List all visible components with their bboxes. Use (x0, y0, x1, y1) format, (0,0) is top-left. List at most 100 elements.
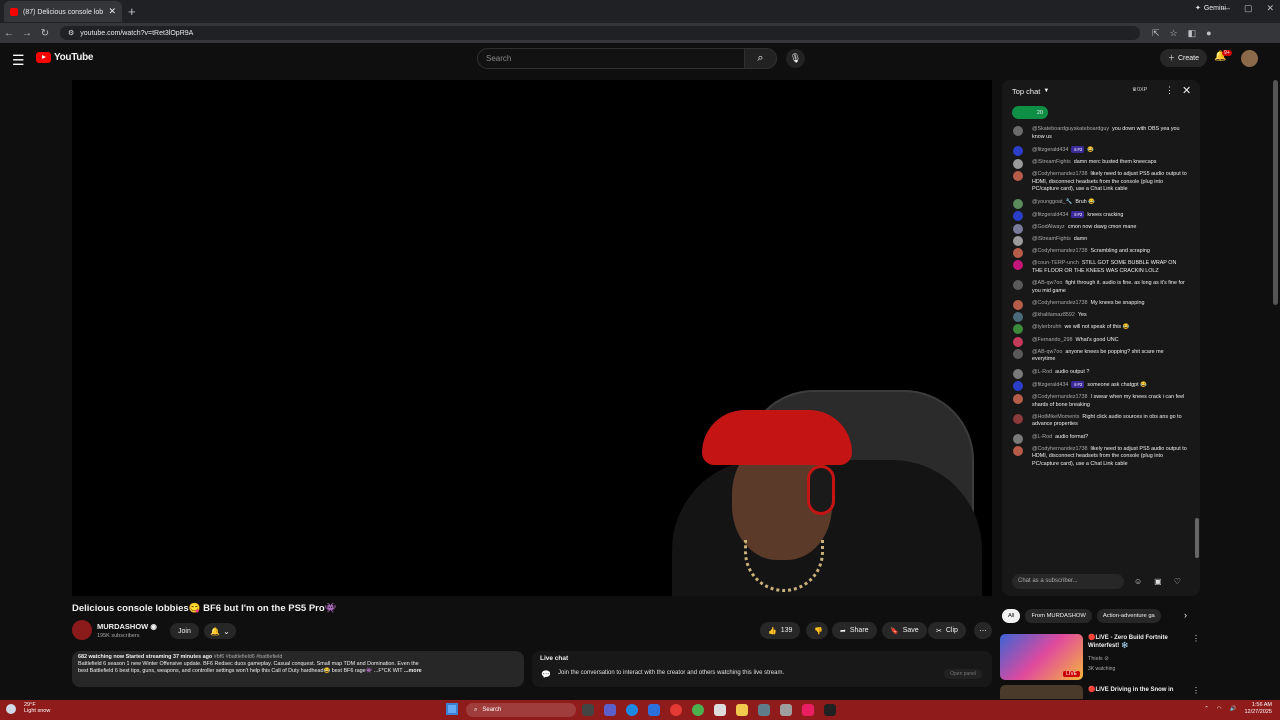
chat-input[interactable]: Chat as a subscriber... (1012, 573, 1124, 589)
minimize-icon[interactable]: — (1221, 3, 1230, 14)
chevron-right-icon[interactable]: › (1184, 610, 1187, 620)
pinned-count-badge[interactable]: 20 (1012, 106, 1048, 119)
save-button[interactable]: 🔖 Save (882, 622, 927, 639)
chat-author-name[interactable]: @Codyhernandez1738 (1032, 300, 1088, 306)
top-chat-dropdown[interactable]: Top chat (1012, 87, 1040, 96)
obs-icon[interactable] (824, 704, 836, 716)
chat-author-name[interactable]: @AB-qw7oo (1032, 349, 1062, 355)
chip-all[interactable]: All (1002, 609, 1021, 623)
chat-message[interactable]: @GodAlwayz cmon now dawg cmon mane (1002, 223, 1200, 234)
chip-action-adventure[interactable]: Action-adventure ga (1096, 609, 1161, 623)
music-icon[interactable] (802, 704, 814, 716)
chat-message[interactable]: @coun-TERP-unch STILL GOT SOME BUBBLE WRA… (1002, 260, 1200, 275)
chat-message[interactable]: @Codyhernandez1738 likely need to adjust … (1002, 445, 1200, 469)
browser-tab[interactable]: (87) Delicious console lobbies😋 ✕ (4, 1, 122, 22)
chat-message[interactable]: @iStreamFights damn merc busted them knee… (1002, 158, 1200, 169)
teams-icon[interactable] (604, 704, 616, 716)
file-explorer-icon[interactable] (736, 704, 748, 716)
chat-author-name[interactable]: @L-Rod (1032, 369, 1052, 375)
chat-author-avatar[interactable] (1013, 248, 1023, 259)
chat-author-name[interactable]: @Codyhernandez1738 (1032, 446, 1088, 452)
chat-author-avatar[interactable] (1013, 236, 1023, 247)
task-view-icon[interactable] (582, 704, 594, 716)
chat-author-name[interactable]: @fitzgerald434 (1032, 382, 1068, 388)
super-chat-icon[interactable]: ▣ (1154, 577, 1162, 586)
chat-message[interactable]: @tylerbruhh we will not speak of this 😂 (1002, 324, 1200, 335)
description-box[interactable]: 682 watching now Started streaming 37 mi… (72, 651, 524, 687)
edge-icon[interactable] (626, 704, 638, 716)
chat-author-avatar[interactable] (1013, 348, 1023, 359)
close-chat-icon[interactable]: ✕ (1182, 84, 1191, 97)
reload-icon[interactable]: ↻ (36, 28, 54, 39)
chat-author-name[interactable]: @fitzgerald434 (1032, 212, 1068, 218)
chat-author-avatar[interactable] (1013, 300, 1023, 311)
clip-button[interactable]: ✂ Clip (928, 622, 966, 639)
chat-author-avatar[interactable] (1013, 210, 1023, 221)
chat-message[interactable]: @fitzgerald434 ♕#2 someone ask chatgpt 😂 (1002, 380, 1200, 391)
chat-author-name[interactable]: @Codyhernandez1738 (1032, 248, 1088, 254)
chevron-up-icon[interactable]: ⌃ (1204, 706, 1209, 712)
chat-message[interactable]: @Codyhernandez1738 likely need to adjust … (1002, 171, 1200, 194)
chip-from-channel[interactable]: From MURDASHOW (1025, 609, 1092, 623)
account-avatar[interactable] (1241, 50, 1258, 67)
chat-author-avatar[interactable] (1013, 260, 1023, 271)
chat-author-name[interactable]: @younggoat_🔧 (1032, 199, 1072, 205)
description-hashtags[interactable]: #bf6 #battlefield6 #battlefield (214, 654, 283, 660)
forward-icon[interactable]: → (18, 28, 36, 39)
chat-author-name[interactable]: @AB-qw7oo (1032, 280, 1062, 286)
new-tab-button[interactable]: + (128, 4, 136, 19)
chat-author-avatar[interactable] (1013, 312, 1023, 323)
chat-message[interactable]: @khalilamaz8592 Yes (1002, 312, 1200, 323)
chat-message[interactable]: @Codyhernandez1738 I swear when my knees … (1002, 393, 1200, 409)
chat-author-name[interactable]: @Skateboardguyskateboardguy (1032, 126, 1109, 132)
chat-author-avatar[interactable] (1013, 324, 1023, 335)
subscription-bell-button[interactable]: 🔔 ⌄ (204, 623, 236, 639)
recommendation-thumbnail[interactable] (1000, 685, 1083, 699)
chat-author-name[interactable]: @khalilamaz8592 (1032, 312, 1075, 318)
chat-message[interactable]: @fitzgerald434 ♕#2 knees cracking (1002, 210, 1200, 221)
search-input[interactable]: Search (477, 48, 745, 69)
recommendation-title[interactable]: 🔴LIVE - Zero Build Fortnite Winterfest! … (1088, 634, 1186, 650)
chat-author-avatar[interactable] (1013, 413, 1023, 424)
chat-author-avatar[interactable] (1013, 445, 1023, 456)
chat-author-name[interactable]: @L-Rod (1032, 434, 1052, 440)
store-icon[interactable] (648, 704, 660, 716)
chat-author-name[interactable]: @GodAlwayz (1032, 224, 1065, 230)
bookmark-star-icon[interactable]: ☆ (1170, 28, 1178, 39)
join-button[interactable]: Join (170, 623, 199, 639)
dislike-button[interactable]: 👎 (806, 622, 828, 639)
chat-author-avatar[interactable] (1013, 198, 1023, 209)
description-more-link[interactable]: ...more (404, 668, 422, 674)
chat-author-avatar[interactable] (1013, 280, 1023, 291)
chat-author-avatar[interactable] (1013, 223, 1023, 234)
app-icon[interactable] (780, 704, 792, 716)
search-button[interactable]: ⌕ (745, 48, 777, 69)
close-tab-icon[interactable]: ✕ (108, 6, 116, 17)
site-info-icon[interactable]: ⚙ (68, 29, 74, 37)
chat-author-avatar[interactable] (1013, 336, 1023, 347)
close-window-icon[interactable]: ✕ (1266, 3, 1274, 14)
settings-icon[interactable] (758, 704, 770, 716)
chat-author-name[interactable]: @fitzgerald434 (1032, 147, 1068, 153)
clock[interactable]: 1:56 AM 12/27/2025 (1244, 702, 1272, 716)
chat-author-name[interactable]: @iStreamFights (1032, 159, 1071, 165)
chat-author-avatar[interactable] (1013, 126, 1023, 136)
chat-author-name[interactable]: @HotMikeMoments (1032, 414, 1079, 420)
chat-message[interactable]: @L-Rod audio format? (1002, 433, 1200, 444)
extensions-icon[interactable]: ◧ (1188, 28, 1197, 39)
chat-author-name[interactable]: @Codyhernandez1738 (1032, 171, 1088, 177)
chat-message[interactable]: @iStreamFights damn (1002, 236, 1200, 247)
youtube-logo[interactable]: YouTube (36, 52, 94, 63)
create-button[interactable]: ＋ Create (1160, 49, 1208, 67)
chat-author-name[interactable]: @Fernando_298 (1032, 337, 1073, 343)
chat-message[interactable]: @AB-qw7oo anyone knees be popping? shit s… (1002, 348, 1200, 364)
chrome-icon[interactable] (692, 704, 704, 716)
chat-author-avatar[interactable] (1013, 368, 1023, 379)
hamburger-menu-icon[interactable]: ☰ (12, 52, 25, 69)
chat-author-name[interactable]: @tylerbruhh (1032, 324, 1061, 330)
chat-author-avatar[interactable] (1013, 380, 1023, 391)
more-dots-icon[interactable]: ⋮ (1192, 634, 1200, 643)
channel-name[interactable]: MURDASHOW ◉ (97, 622, 157, 631)
heart-icon[interactable]: ♡ (1174, 577, 1181, 586)
windows-start-icon[interactable] (446, 703, 458, 715)
